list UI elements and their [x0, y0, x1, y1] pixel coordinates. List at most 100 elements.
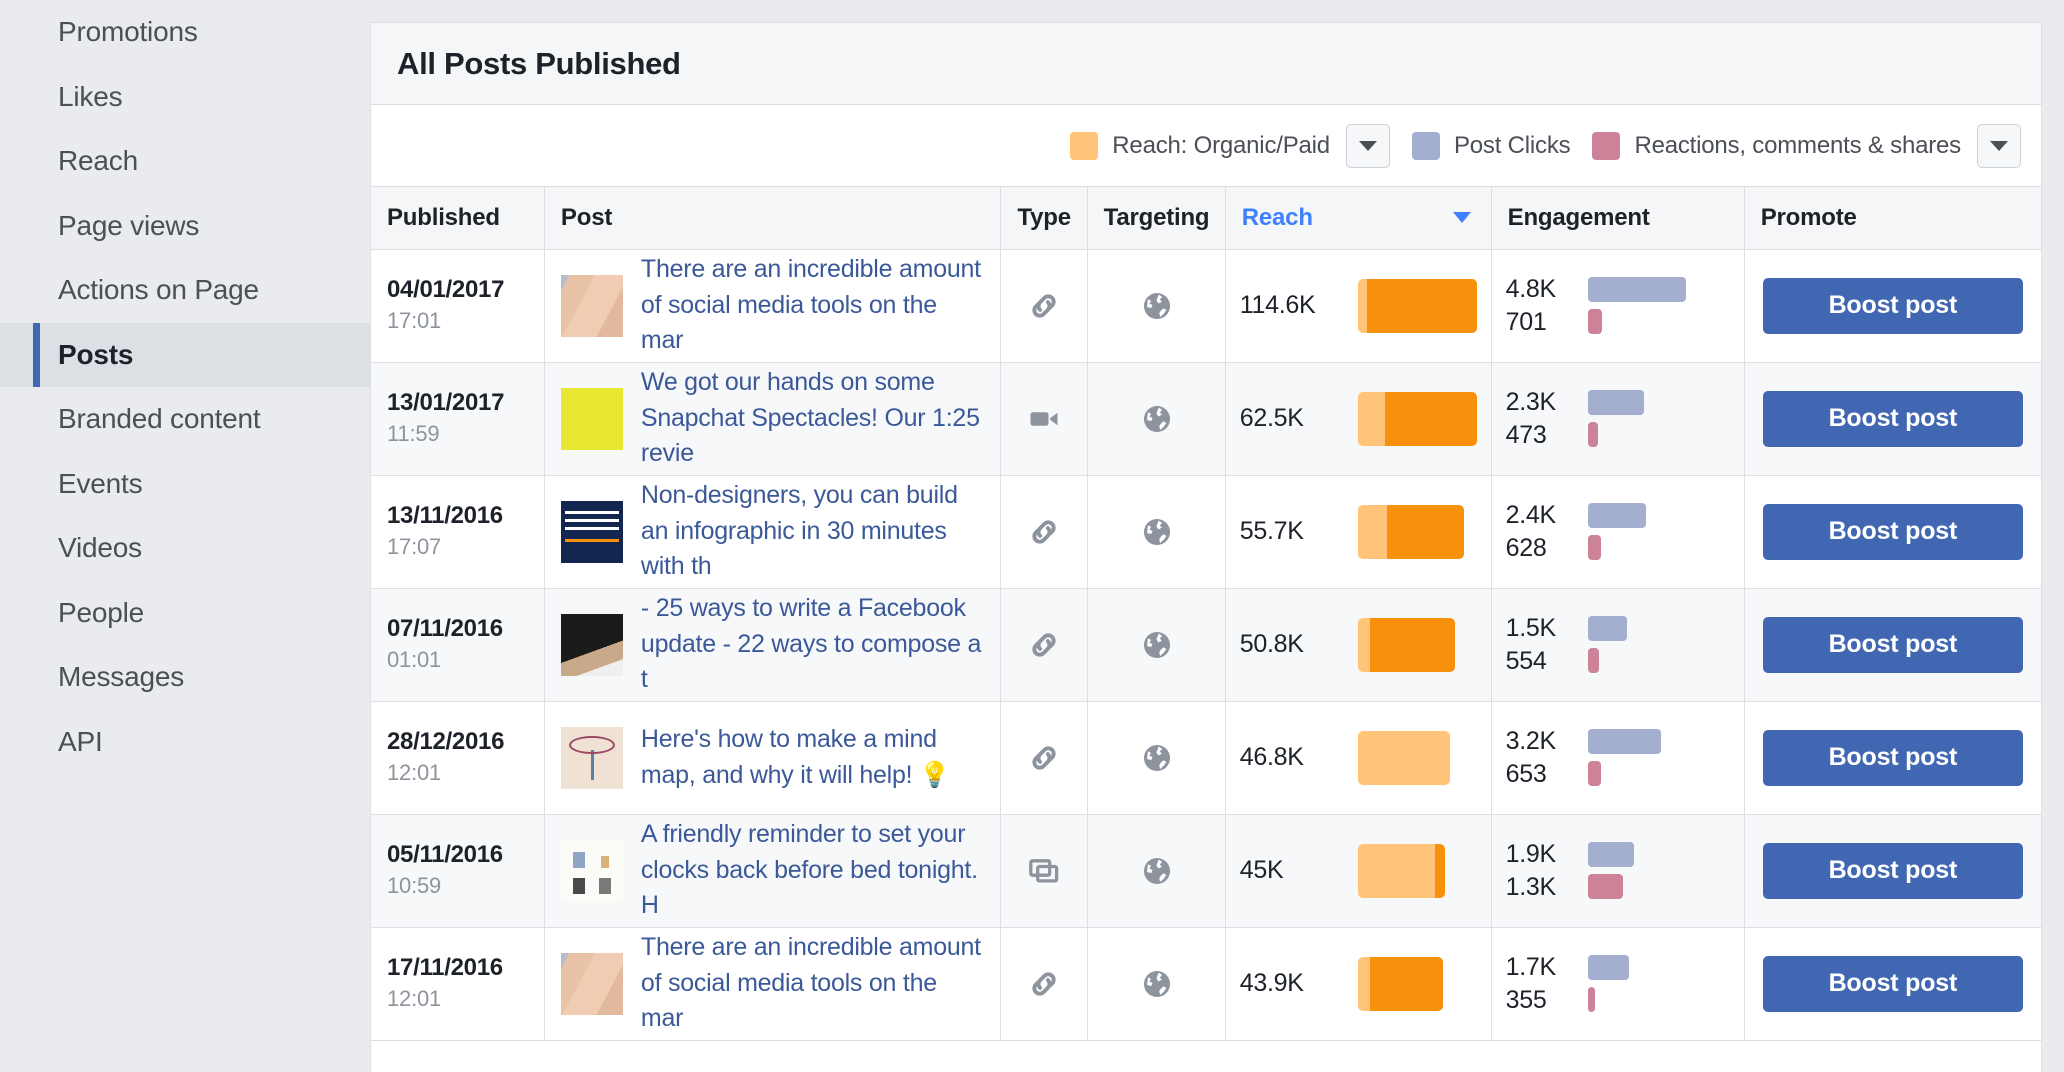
post-text-link[interactable]: A friendly reminder to set your clocks b…	[641, 817, 984, 924]
cell-post: Non-designers, you can build an infograp…	[544, 475, 1001, 589]
reactions-value: 473	[1505, 420, 1547, 449]
cell-post: There are an incredible amount of social…	[544, 927, 1001, 1041]
reactions-bar	[1587, 874, 1623, 899]
engagement-bars	[1587, 277, 1686, 334]
legend-label: Reactions, comments & shares	[1634, 131, 1961, 159]
cell-reach: 50.8K	[1225, 588, 1492, 702]
reach-value: 43.9K	[1239, 969, 1304, 997]
table-header: Published Post Type Targeting Reach Engagemen…	[371, 187, 2041, 250]
chevron-down-icon[interactable]	[1977, 123, 2021, 168]
column-header-promote[interactable]: Promote	[1744, 187, 2041, 250]
video-icon	[1026, 410, 1062, 427]
sidebar-item-posts[interactable]: Posts	[0, 322, 370, 387]
sidebar-item-events[interactable]: Events	[0, 452, 370, 517]
reach-value: 50.8K	[1239, 630, 1304, 658]
post-text-link[interactable]: Here's how to make a mind map, and why i…	[641, 722, 984, 793]
table-row[interactable]: 17/11/2016 12:01 There are an incredible a…	[371, 927, 2041, 1041]
cell-reach: 46.8K	[1225, 701, 1492, 815]
engagement-bars	[1587, 842, 1634, 899]
sidebar-item-label: Events	[58, 467, 143, 499]
boost-post-button[interactable]: Boost post	[1762, 842, 2023, 899]
sidebar-item-label: Page views	[58, 209, 200, 241]
globe-icon	[1140, 405, 1174, 432]
chart-legend: Reach: Organic/Paid Post Clicks Reactions,…	[371, 105, 2041, 187]
column-header-reach[interactable]: Reach	[1225, 187, 1492, 250]
cell-published: 13/01/2017 11:59	[371, 362, 545, 476]
sidebar-item-actions-on-page[interactable]: Actions on Page	[0, 258, 370, 323]
reach-paid-segment	[1370, 617, 1455, 672]
sidebar-item-reach[interactable]: Reach	[0, 129, 370, 194]
cell-post: There are an incredible amount of social…	[544, 249, 1001, 363]
post-text-link[interactable]: Non-designers, you can build an infograp…	[641, 478, 984, 585]
sidebar-item-api[interactable]: API	[0, 710, 370, 775]
engagement-bars	[1587, 616, 1627, 673]
column-header-post[interactable]: Post	[544, 187, 1001, 250]
legend-entry[interactable]: Reach: Organic/Paid	[1070, 131, 1330, 160]
post-time: 01:01	[387, 647, 442, 673]
post-text-link[interactable]: There are an incredible amount of social…	[641, 252, 984, 359]
table-row[interactable]: 13/11/2016 17:07 Non-designers, you can bu…	[371, 475, 2041, 589]
cell-published: 04/01/2017 17:01	[371, 249, 545, 363]
column-header-label: Published	[387, 203, 500, 231]
reach-paid-segment	[1385, 391, 1477, 446]
engagement-bars	[1587, 729, 1662, 786]
sidebar-item-promotions[interactable]: Promotions	[0, 0, 370, 65]
reactions-value: 653	[1505, 759, 1547, 788]
table-row[interactable]: 04/01/2017 17:01 There are an incredible a…	[371, 249, 2041, 363]
post-time: 17:07	[387, 534, 442, 560]
reactions-bar	[1587, 761, 1602, 786]
chevron-down-icon[interactable]	[1345, 123, 1390, 168]
sidebar-item-messages[interactable]: Messages	[0, 645, 370, 710]
cell-reach: 55.7K	[1225, 475, 1492, 589]
sidebar-nav: Promotions Likes Reach Page views Actions on…	[0, 0, 370, 1072]
cell-targeting	[1087, 814, 1226, 928]
sidebar-item-people[interactable]: People	[0, 581, 370, 646]
reach-bar	[1357, 504, 1465, 559]
cell-published: 05/11/2016 10:59	[371, 814, 545, 928]
table-row[interactable]: 13/01/2017 11:59 We got our hands on some …	[371, 362, 2041, 476]
column-header-label: Engagement	[1507, 203, 1650, 231]
legend-entry[interactable]: Post Clicks	[1411, 131, 1571, 160]
boost-post-button[interactable]: Boost post	[1762, 503, 2023, 560]
album-icon	[1026, 858, 1062, 883]
boost-post-button[interactable]: Boost post	[1762, 729, 2023, 786]
cell-engagement: 1.5K 554	[1491, 588, 1745, 702]
reactions-value: 554	[1505, 646, 1547, 675]
cell-promote: Boost post	[1744, 701, 2041, 815]
post-text-link[interactable]: - 25 ways to write a Facebook update - 2…	[641, 591, 984, 698]
sidebar-item-branded-content[interactable]: Branded content	[0, 387, 370, 452]
cell-engagement: 1.7K 355	[1491, 927, 1745, 1041]
boost-post-button[interactable]: Boost post	[1762, 277, 2023, 334]
legend-entry[interactable]: Reactions, comments & shares	[1592, 131, 1961, 160]
reactions-value: 628	[1505, 533, 1547, 562]
reactions-bar	[1587, 648, 1600, 673]
sidebar-item-label: Likes	[58, 80, 123, 112]
table-row[interactable]: 07/11/2016 01:01 - 25 ways to write a Face…	[371, 588, 2041, 702]
column-header-targeting[interactable]: Targeting	[1087, 187, 1226, 250]
sidebar-item-page-views[interactable]: Page views	[0, 194, 370, 259]
table-row[interactable]: 28/12/2016 12:01 Here's how to make a mind…	[371, 701, 2041, 815]
table-row[interactable]: 05/11/2016 10:59 A friendly reminder to se…	[371, 814, 2041, 928]
sidebar-item-label: Reach	[58, 145, 138, 177]
post-text-link[interactable]: There are an incredible amount of social…	[641, 930, 984, 1037]
globe-icon	[1140, 970, 1174, 997]
reach-value: 45K	[1239, 856, 1284, 884]
reactions-value: 701	[1505, 307, 1547, 336]
column-header-label: Promote	[1760, 203, 1857, 231]
table-header-row: Published Post Type Targeting Reach Engagemen…	[371, 187, 2041, 250]
legend-group: Reach: Organic/Paid	[1048, 123, 1390, 168]
column-header-engagement[interactable]: Engagement	[1491, 187, 1745, 250]
boost-post-button[interactable]: Boost post	[1762, 390, 2023, 447]
post-clicks-value: 2.4K	[1505, 500, 1557, 529]
cell-type	[1000, 701, 1089, 815]
boost-post-button[interactable]: Boost post	[1762, 955, 2023, 1012]
post-text-link[interactable]: We got our hands on some Snapchat Specta…	[641, 365, 984, 472]
sidebar-item-label: Posts	[58, 338, 134, 370]
reach-bar	[1357, 391, 1477, 446]
sidebar-item-likes[interactable]: Likes	[0, 65, 370, 130]
column-header-label: Type	[1017, 203, 1071, 231]
column-header-type[interactable]: Type	[1000, 187, 1089, 250]
column-header-published[interactable]: Published	[371, 187, 545, 250]
boost-post-button[interactable]: Boost post	[1762, 616, 2023, 673]
sidebar-item-videos[interactable]: Videos	[0, 516, 370, 581]
